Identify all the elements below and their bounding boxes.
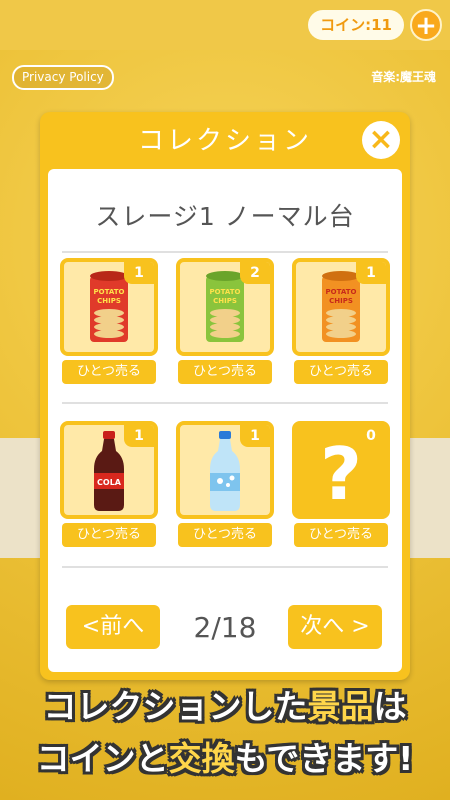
chips-label-top: POTATO: [210, 288, 241, 296]
collection-item-chips-orange: POTATO CHIPS 1 ひとつ売る: [292, 258, 390, 384]
dialog-body: スレージ1 ノーマル台 POTATO CHIPS 1 ひとつ売る POTATO …: [48, 169, 402, 672]
prev-page-button[interactable]: <前へ: [66, 605, 160, 649]
chips-label-bottom: CHIPS: [329, 297, 353, 305]
sell-one-button[interactable]: ひとつ売る: [62, 523, 156, 547]
collection-dialog: コレクション × スレージ1 ノーマル台 POTATO CHIPS 1 ひとつ売…: [40, 112, 410, 680]
next-page-button[interactable]: 次へ >: [288, 605, 382, 649]
collection-item-soda: 1 ひとつ売る: [176, 421, 274, 547]
promo-caption-line1: コレクションした景品は: [43, 687, 407, 726]
chips-label-bottom: CHIPS: [213, 297, 237, 305]
chips-label-top: POTATO: [94, 288, 125, 296]
item-count: 1: [356, 262, 386, 284]
promo-caption-line2: コインと交換もできます!: [36, 739, 414, 778]
cola-label: COLA: [97, 478, 122, 487]
close-button[interactable]: ×: [362, 121, 400, 159]
chips-label-bottom: CHIPS: [97, 297, 121, 305]
divider: [62, 402, 388, 404]
sell-one-button[interactable]: ひとつ売る: [294, 360, 388, 384]
stage-title: スレージ1 ノーマル台: [95, 202, 355, 231]
collection-item-chips-green: POTATO CHIPS 2 ひとつ売る: [176, 258, 274, 384]
dialog-title: コレクション: [137, 126, 312, 156]
sell-one-button[interactable]: ひとつ売る: [178, 523, 272, 547]
music-credit: 音楽:魔王魂: [371, 70, 436, 84]
sell-one-button[interactable]: ひとつ売る: [294, 523, 388, 547]
top-bar: コイン:11 +: [0, 0, 450, 50]
collection-item-chips-red: POTATO CHIPS 1 ひとつ売る: [60, 258, 158, 384]
item-count: 1: [124, 425, 154, 447]
item-count: 1: [240, 425, 270, 447]
collection-item-unknown: ? 0 ひとつ売る: [292, 421, 390, 547]
add-coins-button[interactable]: +: [410, 9, 442, 41]
coin-counter: コイン:11: [308, 10, 404, 40]
chips-label-top: POTATO: [326, 288, 357, 296]
item-count: 2: [240, 262, 270, 284]
privacy-policy-button[interactable]: Privacy Policy: [12, 65, 114, 90]
item-count: 0: [356, 425, 386, 447]
item-count: 1: [124, 262, 154, 284]
divider: [62, 251, 388, 253]
divider: [62, 566, 388, 568]
svg-text:?: ?: [320, 432, 362, 515]
page-indicator: 2/18: [193, 611, 257, 644]
sell-one-button[interactable]: ひとつ売る: [62, 360, 156, 384]
collection-item-cola: COLA 1 ひとつ売る: [60, 421, 158, 547]
sell-one-button[interactable]: ひとつ売る: [178, 360, 272, 384]
